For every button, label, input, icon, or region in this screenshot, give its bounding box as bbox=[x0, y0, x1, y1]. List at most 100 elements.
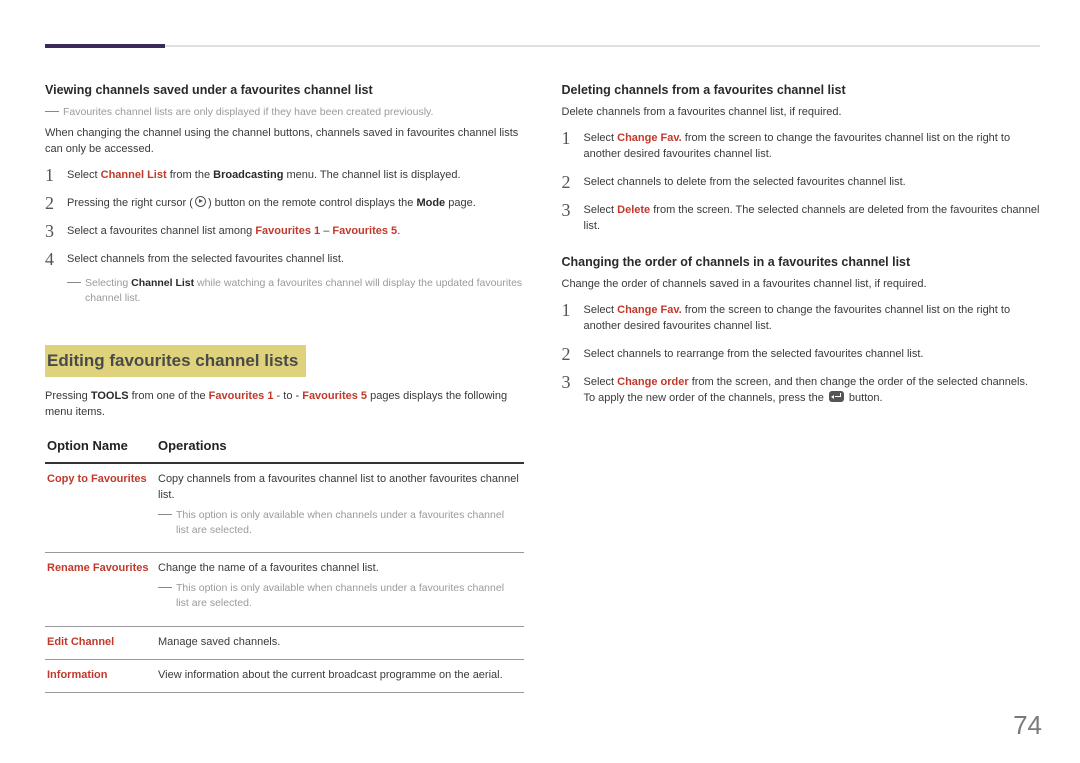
heading-changing-order: Changing the order of channels in a favo… bbox=[562, 253, 1041, 271]
t: Selecting bbox=[85, 277, 131, 289]
t: Change the name of a favourites channel … bbox=[158, 562, 379, 574]
opt-note: This option is only available when chann… bbox=[158, 581, 520, 611]
para-channel-buttons: When changing the channel using the chan… bbox=[45, 126, 524, 158]
red: Change Fav. bbox=[617, 132, 682, 144]
step-number: 3 bbox=[45, 222, 67, 240]
step-number: 2 bbox=[45, 194, 67, 212]
step-2: 2 Pressing the right cursor ( ) button on… bbox=[45, 196, 524, 212]
t: from one of the bbox=[129, 390, 209, 402]
heading-deleting: Deleting channels from a favourites chan… bbox=[562, 81, 1041, 99]
t: Select channels to rearrange from the se… bbox=[584, 348, 924, 360]
red: Change order bbox=[617, 376, 689, 388]
note-created-previously: Favourites channel lists are only displa… bbox=[45, 105, 524, 120]
table-row: Copy to Favourites Copy channels from a … bbox=[45, 463, 524, 553]
opt-desc: Manage saved channels. bbox=[156, 626, 524, 659]
heading-viewing: Viewing channels saved under a favourite… bbox=[45, 81, 524, 99]
bold: TOOLS bbox=[91, 390, 129, 402]
t: – bbox=[320, 225, 332, 237]
red: Channel List bbox=[101, 169, 167, 181]
opt-desc: View information about the current broad… bbox=[156, 659, 524, 692]
step-number: 1 bbox=[45, 166, 67, 184]
left-column: Viewing channels saved under a favourite… bbox=[45, 77, 524, 693]
table-row: Edit Channel Manage saved channels. bbox=[45, 626, 524, 659]
t: button. bbox=[846, 392, 883, 404]
step-number: 1 bbox=[562, 129, 584, 147]
step-3: 3 Select Delete from the screen. The sel… bbox=[562, 203, 1041, 235]
dash-icon bbox=[158, 587, 172, 588]
step-number: 3 bbox=[562, 373, 584, 391]
header-accent bbox=[45, 44, 165, 48]
red: Favourites 5 bbox=[332, 225, 397, 237]
para-tools: Pressing TOOLS from one of the Favourite… bbox=[45, 389, 524, 421]
t: page. bbox=[445, 197, 476, 209]
step-1: 1 Select Change Fav. from the screen to … bbox=[562, 131, 1041, 163]
opt-desc: Change the name of a favourites channel … bbox=[156, 553, 524, 626]
red: Favourites 1 bbox=[209, 390, 274, 402]
step-1: 1 Select Channel List from the Broadcast… bbox=[45, 168, 524, 184]
t: Copy channels from a favourites channel … bbox=[158, 473, 519, 501]
t: This option is only available when chann… bbox=[176, 581, 520, 611]
t: Select bbox=[584, 304, 618, 316]
step-3: 3 Select a favourites channel list among… bbox=[45, 224, 524, 240]
step-4: 4 Select channels from the selected favo… bbox=[45, 252, 524, 312]
page-number: 74 bbox=[1013, 707, 1042, 745]
para-order: Change the order of channels saved in a … bbox=[562, 277, 1041, 293]
dash-icon bbox=[67, 282, 81, 283]
red: Favourites 1 bbox=[255, 225, 320, 237]
table-row: Information View information about the c… bbox=[45, 659, 524, 692]
col-option-name: Option Name bbox=[45, 431, 156, 463]
t: from the screen. The selected channels a… bbox=[584, 204, 1040, 232]
dash-icon bbox=[45, 111, 59, 112]
opt-name: Information bbox=[45, 659, 156, 692]
note-updated-list: Selecting Channel List while watching a … bbox=[67, 276, 524, 306]
t: - to - bbox=[273, 390, 302, 402]
opt-name: Edit Channel bbox=[45, 626, 156, 659]
enter-icon bbox=[829, 391, 844, 402]
t: Select bbox=[584, 204, 618, 216]
right-column: Deleting channels from a favourites chan… bbox=[562, 77, 1041, 693]
opt-name: Copy to Favourites bbox=[45, 463, 156, 553]
bold: Mode bbox=[416, 197, 445, 209]
t: This option is only available when chann… bbox=[176, 508, 520, 538]
opt-name: Rename Favourites bbox=[45, 553, 156, 626]
para-delete: Delete channels from a favourites channe… bbox=[562, 105, 1041, 121]
bold: Channel List bbox=[131, 277, 194, 289]
table-row: Rename Favourites Change the name of a f… bbox=[45, 553, 524, 626]
step-number: 1 bbox=[562, 301, 584, 319]
dash-icon bbox=[158, 514, 172, 515]
t: Select bbox=[584, 132, 618, 144]
bold: Broadcasting bbox=[213, 169, 283, 181]
page: Viewing channels saved under a favourite… bbox=[0, 0, 1080, 763]
step-3: 3 Select Change order from the screen, a… bbox=[562, 375, 1041, 407]
t: from the bbox=[167, 169, 213, 181]
step-number: 3 bbox=[562, 201, 584, 219]
step-1: 1 Select Change Fav. from the screen to … bbox=[562, 303, 1041, 335]
t: menu. The channel list is displayed. bbox=[283, 169, 460, 181]
step-number: 2 bbox=[562, 345, 584, 363]
step-number: 4 bbox=[45, 250, 67, 268]
t: Select channels to delete from the selec… bbox=[584, 176, 906, 188]
t: Select bbox=[584, 376, 618, 388]
t: Select bbox=[67, 169, 101, 181]
t: ) button on the remote control displays … bbox=[208, 197, 417, 209]
t: Select a favourites channel list among bbox=[67, 225, 255, 237]
heading-editing-highlight: Editing favourites channel lists bbox=[45, 345, 306, 378]
t: . bbox=[397, 225, 400, 237]
step-2: 2 Select channels to rearrange from the … bbox=[562, 347, 1041, 363]
header-rule bbox=[45, 45, 1040, 47]
t: Select channels from the selected favour… bbox=[67, 253, 344, 265]
col-operations: Operations bbox=[156, 431, 524, 463]
t: Pressing the right cursor ( bbox=[67, 197, 193, 209]
options-table: Option Name Operations Copy to Favourite… bbox=[45, 431, 524, 692]
steps-viewing: 1 Select Channel List from the Broadcast… bbox=[45, 168, 524, 312]
red: Change Fav. bbox=[617, 304, 682, 316]
steps-deleting: 1 Select Change Fav. from the screen to … bbox=[562, 131, 1041, 235]
t: Pressing bbox=[45, 390, 91, 402]
opt-desc: Copy channels from a favourites channel … bbox=[156, 463, 524, 553]
note-text: Favourites channel lists are only displa… bbox=[63, 105, 433, 120]
content-columns: Viewing channels saved under a favourite… bbox=[45, 77, 1040, 693]
red: Favourites 5 bbox=[302, 390, 367, 402]
step-2: 2 Select channels to delete from the sel… bbox=[562, 175, 1041, 191]
steps-order: 1 Select Change Fav. from the screen to … bbox=[562, 303, 1041, 407]
step-number: 2 bbox=[562, 173, 584, 191]
